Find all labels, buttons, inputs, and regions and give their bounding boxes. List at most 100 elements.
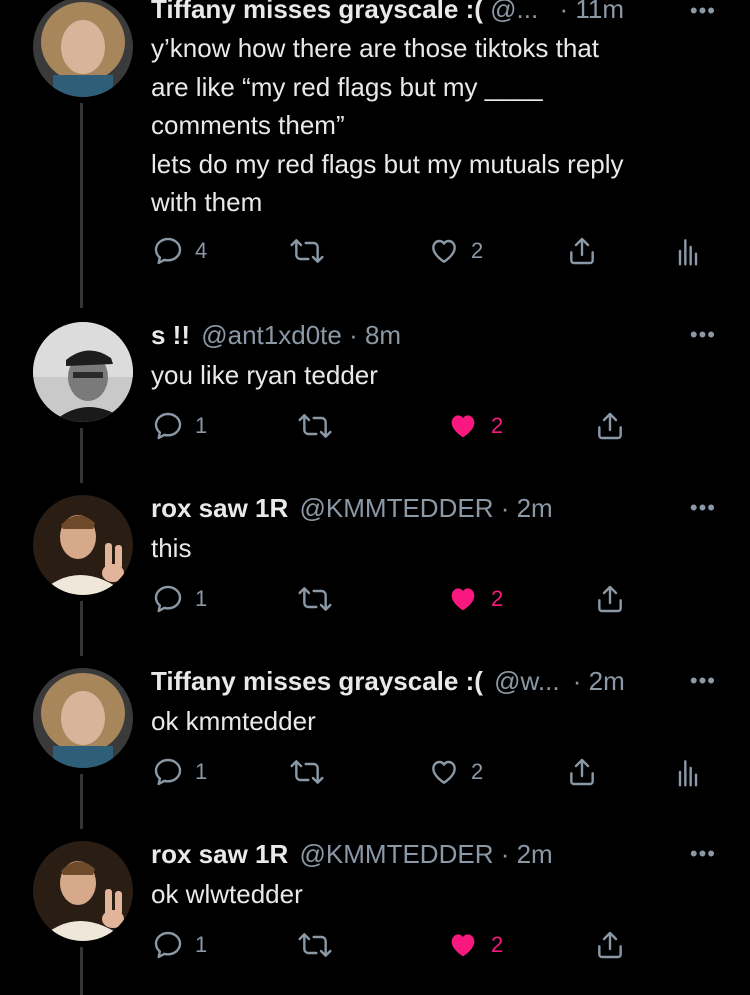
like-button[interactable]: 2 (428, 235, 483, 267)
analytics-icon (678, 239, 698, 266)
heart-outline-icon (432, 760, 456, 784)
reply-button[interactable]: 4 (152, 235, 207, 267)
avatar-peace-sign-icon (33, 841, 133, 941)
tweet-text-line: with them (151, 187, 263, 217)
more-options-icon[interactable]: ••• (690, 495, 716, 521)
share-icon (598, 931, 622, 959)
display-name[interactable]: rox saw 1R (151, 493, 288, 523)
reply-button[interactable]: 1 (152, 410, 207, 442)
avatar[interactable] (33, 0, 133, 97)
like-count: 2 (471, 238, 484, 263)
tweet-text: ok kmmtedder (151, 702, 721, 741)
tweet-text-line: you like ryan tedder (151, 360, 378, 390)
like-button[interactable]: 2 (446, 583, 503, 615)
tweet[interactable]: Tiffany misses grayscale :( @w... · 2m •… (0, 666, 750, 816)
share-button[interactable] (566, 756, 598, 788)
tweet-text-line: are like “my red flags but my ____ (151, 71, 543, 102)
action-bar: 1 2 (0, 756, 750, 796)
action-bar: 1 2 (0, 410, 750, 450)
display-name[interactable]: Tiffany misses grayscale :( (151, 666, 483, 696)
share-button[interactable] (594, 583, 626, 615)
retweet-icon (290, 239, 324, 263)
tweet-text-line: this (151, 533, 192, 563)
analytics-button[interactable] (677, 756, 699, 788)
action-bar: 1 2 (0, 929, 750, 969)
reply-count: 1 (195, 586, 208, 611)
handle[interactable]: @ant1xd0te (201, 320, 342, 350)
more-options-icon[interactable]: ••• (690, 0, 716, 24)
retweet-button[interactable] (297, 929, 333, 961)
tweet-header: s !! @ant1xd0te · 8m (151, 320, 401, 351)
handle[interactable]: @KMMTEDDER (300, 839, 494, 869)
retweet-icon (298, 933, 332, 957)
reply-button[interactable]: 1 (152, 583, 207, 615)
share-button[interactable] (594, 410, 626, 442)
avatar[interactable] (33, 841, 133, 941)
handle[interactable]: @w... (494, 666, 559, 696)
reply-icon (154, 585, 182, 613)
analytics-button[interactable] (677, 235, 699, 267)
share-button[interactable] (594, 929, 626, 961)
analytics-icon (678, 760, 698, 787)
handle[interactable]: @KMMTEDDER (300, 493, 494, 523)
timestamp[interactable]: · 8m (349, 320, 401, 350)
avatar[interactable] (33, 668, 133, 768)
more-options-icon[interactable]: ••• (690, 841, 716, 867)
more-options-icon[interactable]: ••• (690, 322, 716, 348)
reply-button[interactable]: 1 (152, 929, 207, 961)
tweet[interactable]: rox saw 1R @KMMTEDDER · 2m ••• this 1 2 (0, 493, 750, 643)
tweet-header: Tiffany misses grayscale :( @... · 11m (151, 0, 624, 25)
reply-count: 1 (195, 413, 208, 438)
timestamp[interactable]: · 2m (573, 666, 625, 696)
like-button[interactable]: 2 (446, 410, 503, 442)
share-icon (598, 412, 622, 440)
tweet-text-line: lets do my red flags but my mutuals repl… (151, 148, 624, 179)
more-options-icon[interactable]: ••• (690, 668, 716, 694)
avatar[interactable] (33, 322, 133, 422)
retweet-button[interactable] (289, 756, 325, 788)
display-name[interactable]: Tiffany misses grayscale :( (151, 0, 483, 24)
handle[interactable]: @... (490, 0, 538, 24)
like-count: 2 (471, 759, 484, 784)
retweet-icon (298, 414, 332, 438)
avatar-curly-hair-icon (33, 0, 133, 97)
display-name[interactable]: s !! (151, 320, 190, 350)
retweet-button[interactable] (289, 235, 325, 267)
display-name[interactable]: rox saw 1R (151, 839, 288, 869)
reply-button[interactable]: 1 (152, 756, 207, 788)
avatar-peace-sign-icon (33, 495, 133, 595)
tweet-text: y’know how there are those tiktoks that … (151, 29, 721, 222)
avatar[interactable] (33, 495, 133, 595)
tweet-text-line: comments them” (151, 110, 345, 140)
tweet-text: this (151, 529, 721, 568)
timestamp[interactable]: · 2m (501, 493, 553, 523)
heart-filled-icon (451, 934, 475, 957)
reply-count: 4 (195, 238, 208, 263)
retweet-icon (290, 760, 324, 784)
timestamp[interactable]: · 2m (501, 839, 553, 869)
like-count: 2 (491, 413, 504, 438)
tweet-text-line: ok wlwtedder (151, 879, 303, 909)
retweet-button[interactable] (297, 410, 333, 442)
share-button[interactable] (566, 235, 598, 267)
avatar-curly-hair-icon (33, 668, 133, 768)
tweet-header: rox saw 1R @KMMTEDDER · 2m (151, 493, 553, 524)
tweet-text-line: ok kmmtedder (151, 706, 316, 736)
tweet[interactable]: s !! @ant1xd0te · 8m ••• you like ryan t… (0, 320, 750, 470)
like-count: 2 (491, 586, 504, 611)
reply-icon (154, 758, 182, 786)
reply-count: 1 (195, 759, 208, 784)
like-button[interactable]: 2 (446, 929, 503, 961)
like-button[interactable]: 2 (428, 756, 483, 788)
heart-outline-icon (432, 239, 456, 263)
share-icon (570, 758, 594, 786)
retweet-button[interactable] (297, 583, 333, 615)
timestamp[interactable]: · 11m (559, 0, 624, 24)
reply-icon (154, 237, 182, 265)
tweet-header: rox saw 1R @KMMTEDDER · 2m (151, 839, 553, 870)
tweet[interactable]: Tiffany misses grayscale :( @... · 11m •… (0, 0, 750, 300)
heart-filled-icon (451, 588, 475, 611)
tweet[interactable]: rox saw 1R @KMMTEDDER · 2m ••• ok wlwted… (0, 839, 750, 995)
heart-filled-icon (451, 415, 475, 438)
action-bar: 4 2 (0, 235, 750, 275)
